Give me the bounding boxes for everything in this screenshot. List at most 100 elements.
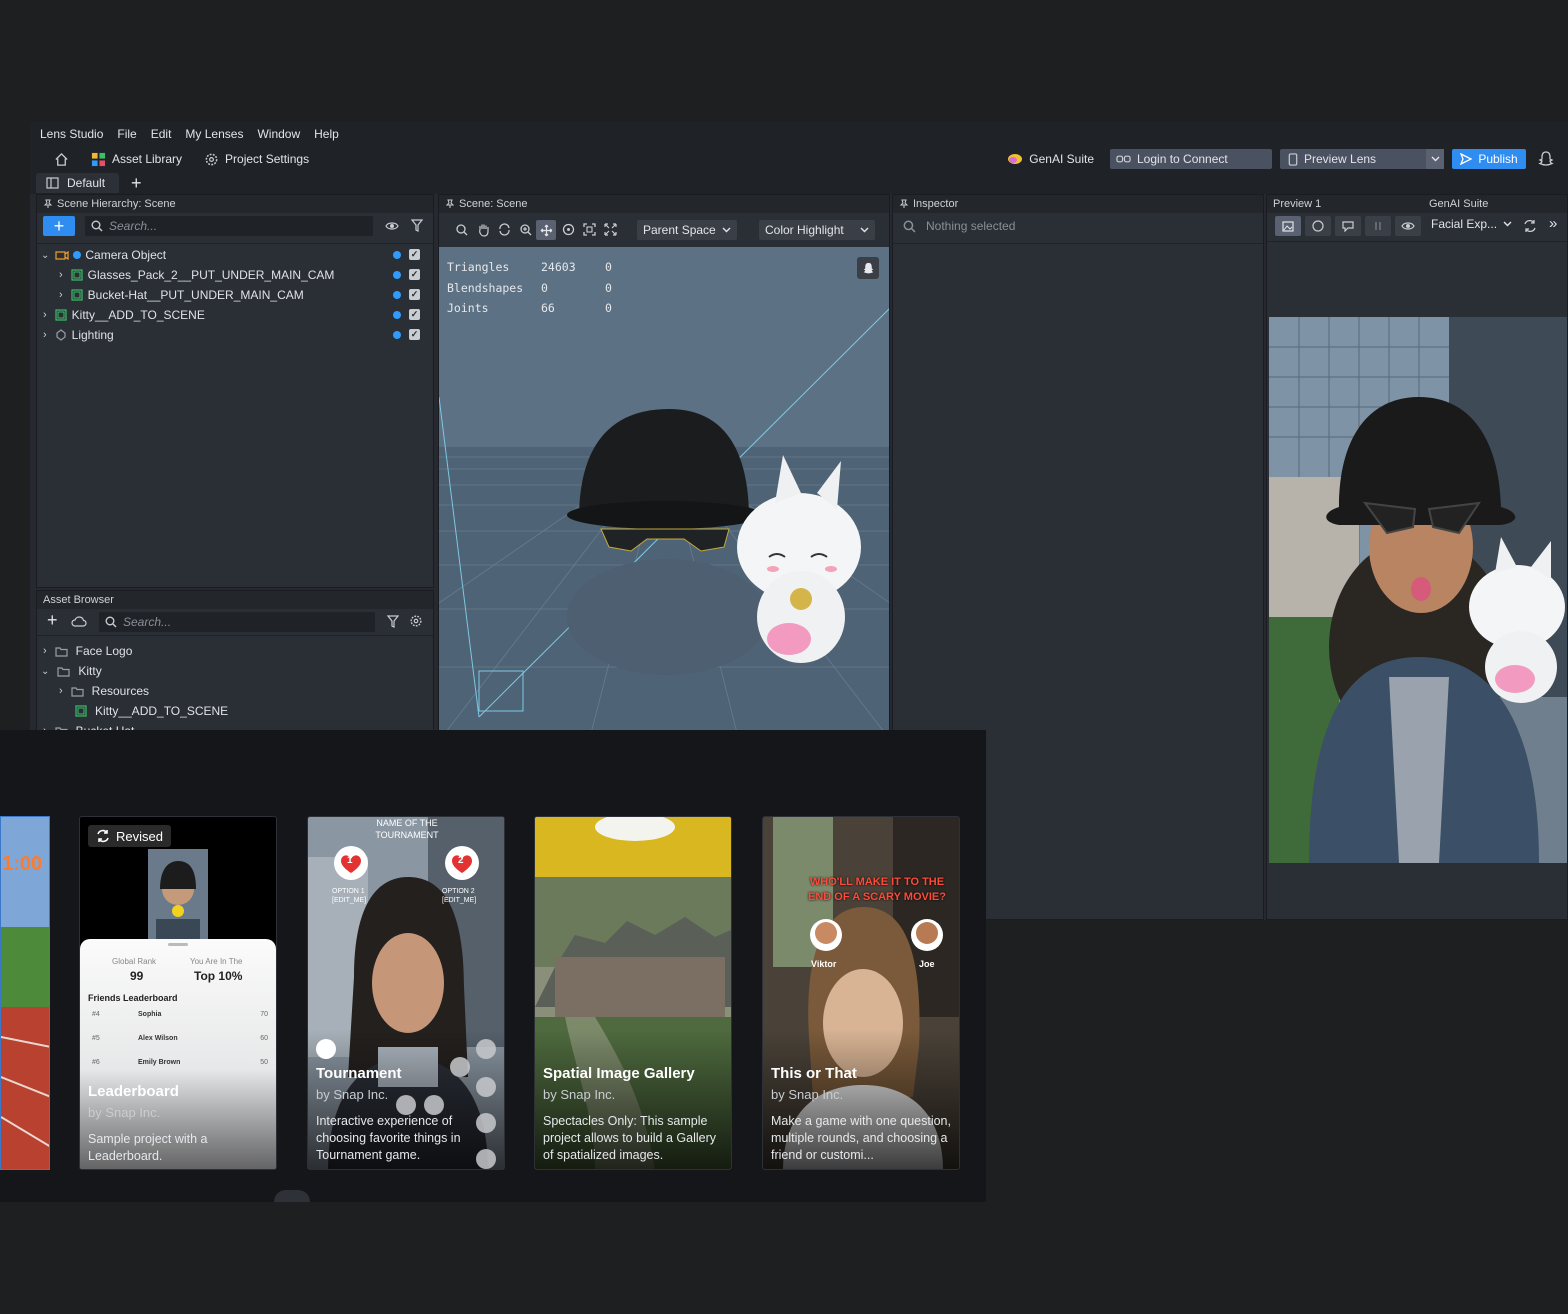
focus-icon[interactable] <box>455 223 468 236</box>
parent-space-dropdown[interactable]: Parent Space <box>637 220 737 240</box>
sample-card-this-or-that[interactable]: WHO'LL MAKE IT TO THE END OF A SCARY MOV… <box>762 816 960 1170</box>
enabled-checkbox[interactable]: ✓ <box>409 269 420 280</box>
add-object-button[interactable]: + <box>43 216 75 236</box>
sample-card-tournament[interactable]: NAME OF THE TOURNAMENT 1 2 OPTION 1 [EDI… <box>307 816 505 1170</box>
sample-card-leaderboard[interactable]: Revised Global Rank 99 You Are In The To… <box>79 816 277 1170</box>
tree-item-glasses[interactable]: › Glasses_Pack_2__PUT_UNDER_MAIN_CAM ✓ <box>37 265 433 285</box>
scroll-handle[interactable] <box>274 1190 310 1202</box>
hierarchy-search-input[interactable]: Search... <box>85 216 373 236</box>
menu-bar: Lens Studio File Edit My Lenses Window H… <box>30 122 1568 146</box>
tab-preview-1[interactable]: Preview 1 <box>1267 198 1419 210</box>
you-are-in-label: You Are In The <box>190 957 243 966</box>
hand-icon[interactable] <box>477 223 490 237</box>
menu-edit[interactable]: Edit <box>151 127 172 141</box>
visibility-dot[interactable] <box>393 271 401 279</box>
gear-icon <box>205 153 218 165</box>
project-settings-button[interactable]: Project Settings <box>204 152 309 167</box>
add-tab-button[interactable]: + <box>131 174 142 192</box>
color-highlight-label: Color Highlight <box>765 223 844 237</box>
revised-badge-label: Revised <box>116 828 163 844</box>
left-choice-label: Viktor <box>811 959 837 969</box>
preview-lens-dropdown[interactable]: Preview Lens <box>1280 149 1444 169</box>
preview-mode-dropdown[interactable]: Facial Exp... <box>1431 217 1512 231</box>
add-asset-button[interactable]: + <box>47 610 58 631</box>
menu-help[interactable]: Help <box>314 127 339 141</box>
preview-image <box>1269 317 1567 863</box>
face-mode-button[interactable] <box>1305 216 1331 236</box>
orbit-icon[interactable] <box>498 223 511 236</box>
project-settings-label: Project Settings <box>225 152 310 166</box>
notifications-button[interactable] <box>1538 151 1554 167</box>
chat-mode-button[interactable] <box>1335 216 1361 236</box>
top-percent-value: Top 10% <box>194 969 243 983</box>
login-label: Login to Connect <box>1137 152 1228 166</box>
eye-icon[interactable] <box>385 220 399 232</box>
expand-icon[interactable] <box>604 223 617 236</box>
sample-card-spatial-gallery[interactable]: Spatial Image Gallery by Snap Inc. Spect… <box>534 816 732 1170</box>
publish-button[interactable]: Publish <box>1452 149 1526 169</box>
visibility-dot[interactable] <box>393 291 401 299</box>
card-thumbnail <box>148 849 208 941</box>
scene-viewport[interactable] <box>439 247 890 740</box>
layer-dot <box>73 251 82 259</box>
color-highlight-dropdown[interactable]: Color Highlight <box>759 220 875 240</box>
filter-icon[interactable] <box>411 219 423 232</box>
home-button[interactable] <box>54 152 69 167</box>
enabled-checkbox[interactable]: ✓ <box>409 329 420 340</box>
tab-genai-suite[interactable]: GenAI Suite <box>1423 198 1488 210</box>
asset-item-kitty-prefab[interactable]: Kitty__ADD_TO_SCENE <box>37 701 228 721</box>
more-panels-button[interactable]: » <box>1549 215 1557 232</box>
asset-item-resources[interactable]: › Resources <box>37 681 149 701</box>
menu-my-lenses[interactable]: My Lenses <box>185 127 243 141</box>
visibility-button[interactable] <box>1395 216 1421 236</box>
enabled-checkbox[interactable]: ✓ <box>409 309 420 320</box>
search-icon <box>903 220 916 232</box>
asset-item-kitty[interactable]: ⌄ Kitty <box>37 661 102 681</box>
snap-camera-button[interactable] <box>857 257 879 279</box>
revised-badge: Revised <box>88 825 171 847</box>
enabled-checkbox[interactable]: ✓ <box>409 289 420 300</box>
prefab-icon <box>71 269 83 281</box>
rotate-icon[interactable] <box>562 223 575 236</box>
gear-icon[interactable] <box>409 614 423 628</box>
sample-card-partial[interactable]: 01:00 <box>0 816 50 1170</box>
genai-suite-button[interactable]: GenAI Suite <box>1007 152 1094 166</box>
pin-icon <box>899 199 909 208</box>
enabled-checkbox[interactable]: ✓ <box>409 249 420 260</box>
tree-item-label: Lighting <box>71 328 114 342</box>
menu-lens-studio[interactable]: Lens Studio <box>40 127 103 141</box>
tab-default[interactable]: Default <box>36 173 120 193</box>
card-description: Sample project with a Leaderboard. <box>88 1132 208 1163</box>
card-description: Interactive experience of choosing favor… <box>316 1114 461 1162</box>
tree-item-camera-object[interactable]: ⌄ Camera Object ✓ <box>37 245 433 265</box>
scene-hierarchy-header: Scene Hierarchy: Scene <box>37 195 433 213</box>
chevron-down-icon <box>1503 221 1512 227</box>
prefab-icon <box>55 309 67 321</box>
asset-search-input[interactable]: Search... <box>99 612 375 632</box>
tree-item-bucket-hat[interactable]: › Bucket-Hat__PUT_UNDER_MAIN_CAM ✓ <box>37 285 433 305</box>
filter-icon[interactable] <box>387 615 399 628</box>
image-mode-button[interactable] <box>1275 216 1301 236</box>
asset-library-button[interactable]: Asset Library <box>91 152 182 167</box>
login-button[interactable]: Login to Connect <box>1110 149 1272 169</box>
visibility-dot[interactable] <box>393 331 401 339</box>
menu-file[interactable]: File <box>117 127 136 141</box>
image-icon <box>1282 220 1294 232</box>
visibility-dot[interactable] <box>393 311 401 319</box>
send-icon <box>1460 153 1473 165</box>
pause-button[interactable] <box>1365 216 1391 236</box>
scale-icon[interactable] <box>583 223 596 236</box>
tree-item-kitty[interactable]: › Kitty__ADD_TO_SCENE ✓ <box>37 305 433 325</box>
tree-item-lighting[interactable]: › Lighting ✓ <box>37 325 433 345</box>
zoom-icon[interactable] <box>519 223 532 236</box>
card-title: This or That <box>771 1065 857 1082</box>
leaderboard-row: #6 Emily Brown 50 <box>92 1059 268 1066</box>
stat-row-blendshapes: Blendshapes 0 0 <box>447 280 612 295</box>
refresh-icon <box>97 829 109 843</box>
cloud-icon[interactable] <box>71 616 87 627</box>
asset-item-face-logo[interactable]: › Face Logo <box>37 641 132 661</box>
move-tool-button[interactable] <box>536 220 556 240</box>
visibility-dot[interactable] <box>393 251 401 259</box>
refresh-icon[interactable] <box>1523 219 1537 233</box>
menu-window[interactable]: Window <box>257 127 300 141</box>
